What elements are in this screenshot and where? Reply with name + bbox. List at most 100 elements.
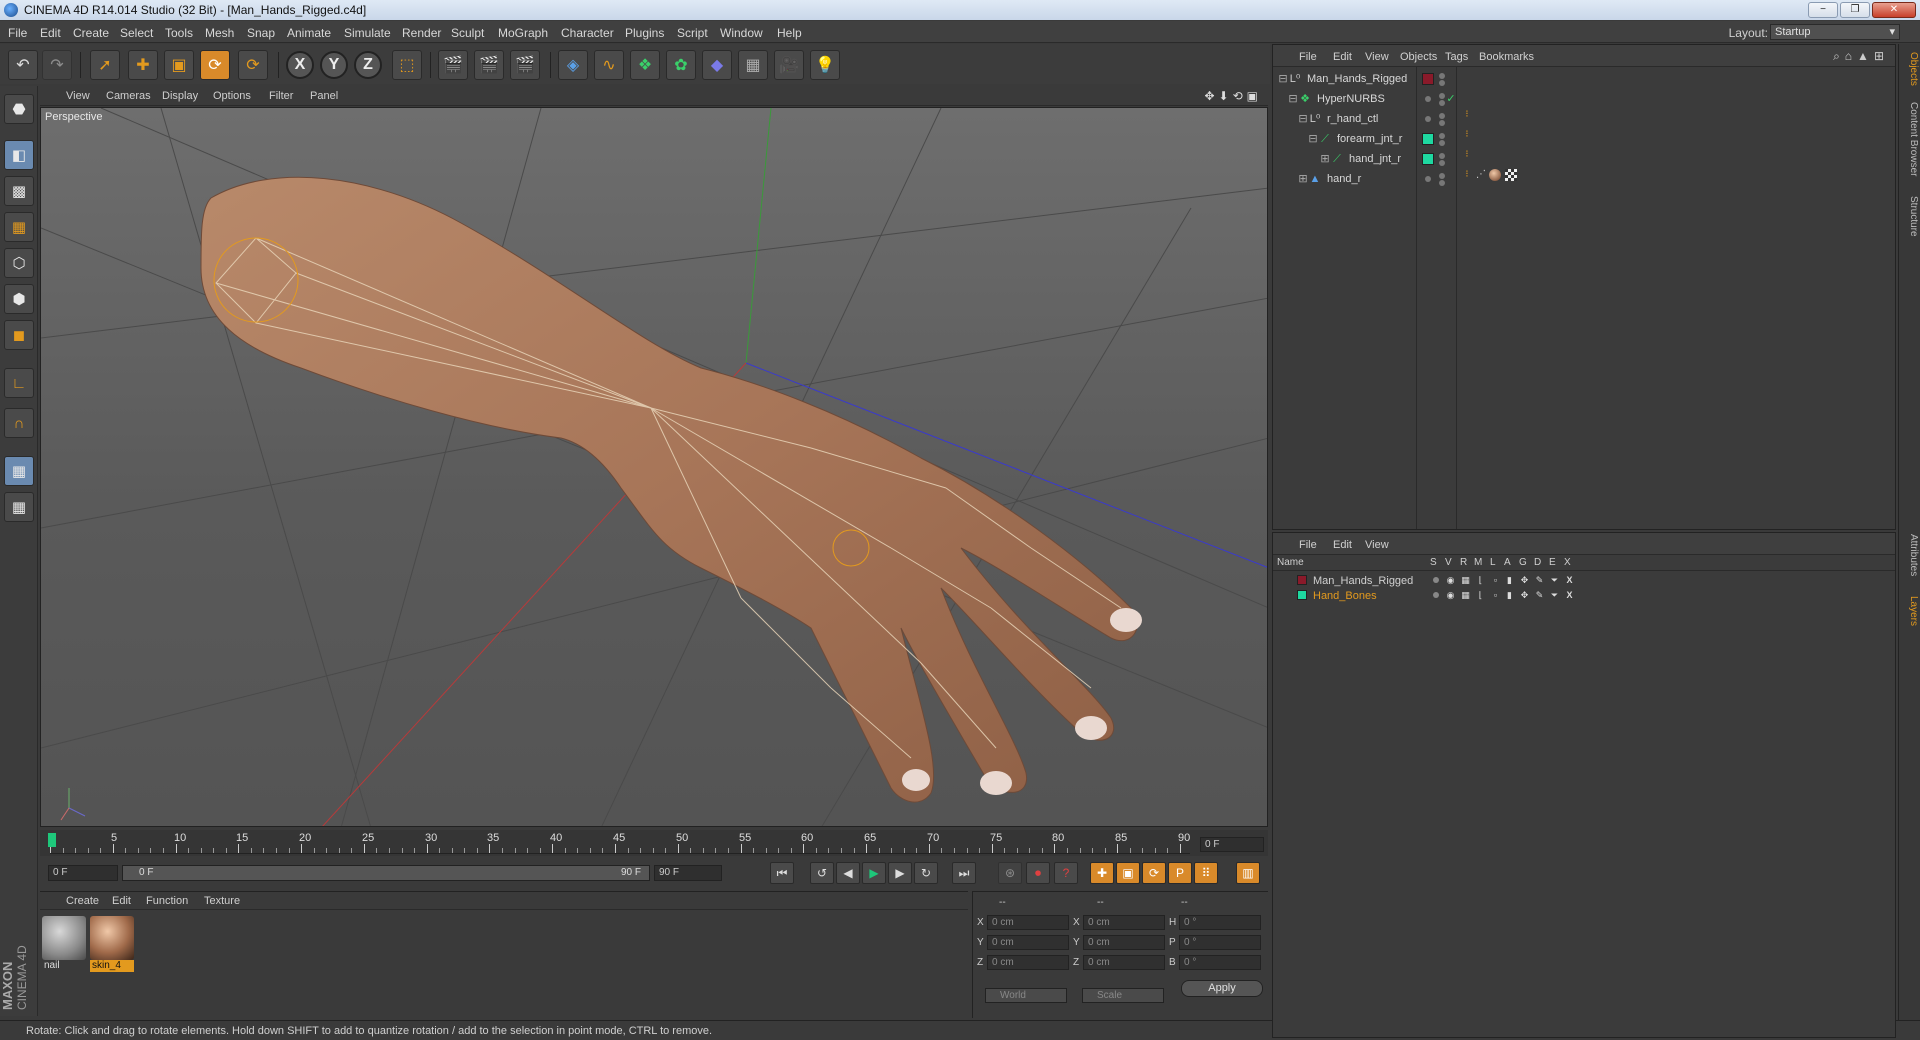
manager-icon[interactable]: ⌊ bbox=[1476, 591, 1485, 600]
visibility-dot[interactable] bbox=[1439, 173, 1445, 179]
recent-tool-button[interactable]: ⟳ bbox=[238, 50, 268, 80]
layout-dropdown[interactable]: Startup bbox=[1770, 24, 1900, 40]
viewport-menu-panel[interactable]: Panel bbox=[310, 90, 338, 102]
menu-sculpt[interactable]: Sculpt bbox=[451, 26, 484, 40]
record-position-button[interactable]: ⊛ bbox=[998, 862, 1022, 884]
position-x-field[interactable]: 0 cm bbox=[987, 915, 1069, 930]
tab-objects[interactable]: Objects bbox=[1901, 52, 1919, 86]
objects-menu-edit[interactable]: Edit bbox=[1333, 51, 1352, 63]
solo-dot[interactable] bbox=[1433, 592, 1439, 598]
menu-script[interactable]: Script bbox=[677, 26, 708, 40]
menu-file[interactable]: File bbox=[8, 26, 27, 40]
next-frame-button[interactable]: ▶ bbox=[888, 862, 912, 884]
material-menu-edit[interactable]: Edit bbox=[112, 895, 131, 907]
add-cube-button[interactable]: ◈ bbox=[558, 50, 588, 80]
lock-icon[interactable]: ▫ bbox=[1491, 576, 1500, 585]
lock-icon[interactable]: ▫ bbox=[1491, 591, 1500, 600]
live-selection-button[interactable]: ➚ bbox=[90, 50, 120, 80]
xref-icon[interactable]: X bbox=[1565, 591, 1574, 600]
axis-mode-button[interactable]: ∟ bbox=[4, 368, 34, 398]
layer-color-swatch[interactable] bbox=[1422, 73, 1434, 85]
object-row-hand-r[interactable]: ⊞ ▲ hand_r ⁝ ⋰ bbox=[1273, 169, 1895, 189]
object-row-hand-jnt-r[interactable]: ⊞ ⟋ hand_jnt_r ⁝ bbox=[1273, 149, 1895, 169]
menu-mograph[interactable]: MoGraph bbox=[498, 26, 548, 40]
size-z-field[interactable]: 0 cm bbox=[1083, 955, 1165, 970]
snap-button[interactable]: ∩ bbox=[4, 408, 34, 438]
position-z-field[interactable]: 0 cm bbox=[987, 955, 1069, 970]
animation-icon[interactable]: ▮ bbox=[1505, 591, 1514, 600]
play-button[interactable]: ▶ bbox=[862, 862, 886, 884]
generator-icon[interactable]: ✥ bbox=[1520, 591, 1529, 600]
workplane-mode-button[interactable]: ▦ bbox=[4, 212, 34, 242]
locked-workplane-button[interactable]: ▦ bbox=[4, 456, 34, 486]
enabled-check-icon[interactable]: ✓ bbox=[1445, 93, 1457, 105]
render-icon[interactable]: ▦ bbox=[1461, 591, 1470, 600]
expression-icon[interactable]: ⏷ bbox=[1550, 576, 1559, 585]
visibility-dot[interactable] bbox=[1439, 113, 1445, 119]
autokey-button[interactable]: ? bbox=[1054, 862, 1078, 884]
add-camera-button[interactable]: 🎥 bbox=[774, 50, 804, 80]
weight-tag-icon[interactable]: ⁝ bbox=[1461, 169, 1473, 181]
hand-mesh[interactable] bbox=[200, 176, 1138, 803]
deformer-icon[interactable]: ✎ bbox=[1535, 576, 1544, 585]
menu-edit[interactable]: Edit bbox=[40, 26, 61, 40]
deformer-icon[interactable]: ✎ bbox=[1535, 591, 1544, 600]
rotate-button[interactable]: ⟳ bbox=[200, 50, 230, 80]
menu-window[interactable]: Window bbox=[720, 26, 763, 40]
render-dot[interactable] bbox=[1439, 120, 1445, 126]
add-deformer-button[interactable]: ◆ bbox=[702, 50, 732, 80]
material-menu-function[interactable]: Function bbox=[146, 895, 188, 907]
material-menu-texture[interactable]: Texture bbox=[204, 895, 240, 907]
skin-tag-icon[interactable]: ⋰ bbox=[1475, 169, 1487, 181]
y-axis-lock-button[interactable]: Y bbox=[320, 51, 348, 79]
add-array-button[interactable]: ✿ bbox=[666, 50, 696, 80]
collapse-icon[interactable]: ⊟ bbox=[1307, 133, 1319, 145]
size-y-field[interactable]: 0 cm bbox=[1083, 935, 1165, 950]
go-to-end-button[interactable]: ⏭ bbox=[952, 862, 976, 884]
expand-icon[interactable]: ⊞ bbox=[1319, 153, 1331, 165]
layers-menu-file[interactable]: File bbox=[1299, 539, 1317, 551]
move-button[interactable]: ✚ bbox=[128, 50, 158, 80]
ik-tag-icon[interactable]: ⁝ bbox=[1461, 129, 1473, 141]
render-view-button[interactable]: 🎬 bbox=[438, 50, 468, 80]
expand-icon[interactable]: ⊞ bbox=[1297, 173, 1309, 185]
object-row-hypernurbs[interactable]: ⊟ ❖ HyperNURBS ✓ bbox=[1273, 89, 1895, 109]
render-icon[interactable]: ▦ bbox=[1461, 576, 1470, 585]
collapse-icon[interactable]: ⊟ bbox=[1297, 113, 1309, 125]
layer-color-swatch[interactable] bbox=[1422, 133, 1434, 145]
rotation-h-field[interactable]: 0 ° bbox=[1179, 915, 1261, 930]
collapse-icon[interactable]: ⊟ bbox=[1287, 93, 1299, 105]
tab-content-browser[interactable]: Content Browser bbox=[1901, 102, 1919, 176]
layer-color-swatch[interactable] bbox=[1297, 590, 1307, 600]
key-parameter-button[interactable]: P bbox=[1168, 862, 1192, 884]
collapse-icon[interactable]: ⊟ bbox=[1277, 73, 1289, 85]
layer-dot[interactable] bbox=[1425, 176, 1431, 182]
visibility-dot[interactable] bbox=[1439, 73, 1445, 79]
object-row-man-hands-rigged[interactable]: ⊟ L⁰ Man_Hands_Rigged bbox=[1273, 69, 1895, 89]
previous-key-button[interactable]: ↺ bbox=[810, 862, 834, 884]
key-rotation-button[interactable]: ⟳ bbox=[1142, 862, 1166, 884]
timeline-ruler[interactable]: 051015202530354045505560657075808590 bbox=[40, 830, 1268, 856]
add-floor-button[interactable]: ▦ bbox=[738, 50, 768, 80]
start-frame-field[interactable]: 0 F bbox=[48, 865, 118, 881]
viewport-menu-options[interactable]: Options bbox=[213, 90, 251, 102]
generator-icon[interactable]: ✥ bbox=[1520, 576, 1529, 585]
preview-range-slider[interactable]: 0 F 90 F bbox=[122, 865, 650, 881]
position-y-field[interactable]: 0 cm bbox=[987, 935, 1069, 950]
menu-plugins[interactable]: Plugins bbox=[625, 26, 664, 40]
timeline-window-button[interactable]: ▥ bbox=[1236, 862, 1260, 884]
perspective-viewport[interactable]: Perspective bbox=[40, 107, 1268, 827]
timeline-playhead[interactable] bbox=[48, 833, 56, 847]
render-picture-viewer-button[interactable]: 🎬 bbox=[474, 50, 504, 80]
menu-render[interactable]: Render bbox=[402, 26, 441, 40]
viewport-navigation-icons[interactable]: ✥⬇⟲▣ bbox=[1204, 89, 1262, 103]
render-dot[interactable] bbox=[1439, 180, 1445, 186]
polygons-mode-button[interactable]: ◼ bbox=[4, 320, 34, 350]
layer-row-hand-bones[interactable]: Hand_Bones ◉ ▦ ⌊ ▫ ▮ ✥ ✎ ⏷ X bbox=[1273, 588, 1895, 603]
layers-menu-view[interactable]: View bbox=[1365, 539, 1389, 551]
menu-animate[interactable]: Animate bbox=[287, 26, 331, 40]
undo-button[interactable]: ↶ bbox=[8, 50, 38, 80]
constraint-tag-icon[interactable]: ⁝ bbox=[1461, 109, 1473, 121]
objects-menu-file[interactable]: File bbox=[1299, 51, 1317, 63]
minimize-button[interactable]: − bbox=[1808, 2, 1838, 18]
